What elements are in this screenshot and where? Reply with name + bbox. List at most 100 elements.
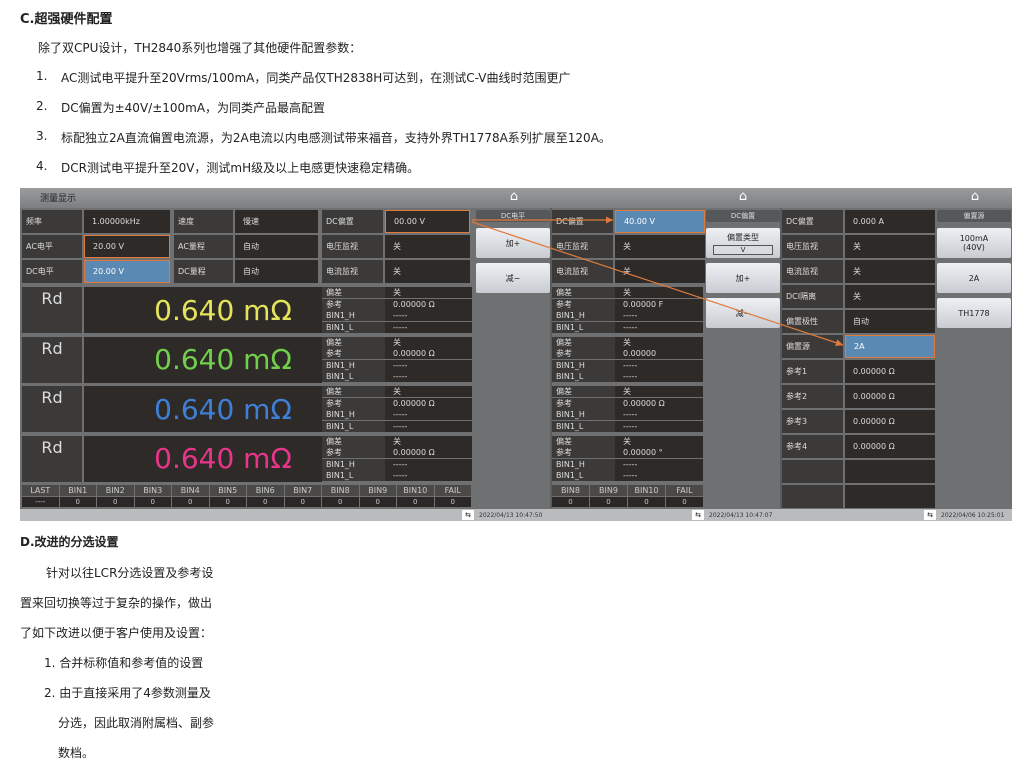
param-label: DC量程 [174, 260, 233, 283]
param-value[interactable]: 0.00000 Ω [845, 360, 935, 383]
paragraph-line: 针对以往LCR分选设置及参考设 [46, 566, 214, 580]
info-label: 参考 [552, 298, 615, 310]
param-value[interactable]: 自动 [235, 260, 318, 283]
param-value[interactable]: 1.00000kHz [84, 210, 170, 233]
param-value[interactable]: 40.00 V [615, 210, 705, 233]
decrement-button[interactable]: 减− [476, 263, 550, 293]
bin-count: 0 [666, 497, 703, 507]
bin-header: BIN3 [134, 485, 171, 496]
param-value[interactable]: 0.00000 Ω [845, 385, 935, 408]
bin-header: BIN5 [209, 485, 246, 496]
list-item: AC测试电平提升至20Vrms/100mA，同类产品仅TH2838H可达到，在测… [61, 71, 571, 85]
bin-count: ---- [22, 497, 59, 507]
paragraph-line: 置来回切换等过于复杂的操作，做出 [20, 596, 213, 610]
softkey-title: DC偏置 [706, 210, 780, 222]
info-value: 0.00000 ° [615, 447, 703, 458]
bias-source-option[interactable]: TH1778 [937, 298, 1011, 328]
home-icon[interactable]: ⌂ [968, 190, 982, 204]
home-icon[interactable]: ⌂ [736, 190, 750, 204]
param-label: 电压监视 [782, 235, 843, 258]
info-label: 参考 [322, 348, 385, 359]
info-label: BIN1_H [322, 310, 385, 321]
bin-count: 0 [284, 497, 321, 507]
bin-count: 0 [628, 497, 665, 507]
info-label: BIN1_H [322, 409, 385, 420]
bias-source-option[interactable]: 2A [937, 263, 1011, 293]
bin-header: BIN10 [628, 485, 665, 496]
home-icon[interactable]: ⌂ [507, 190, 521, 204]
decrement-button[interactable]: 减− [706, 298, 780, 328]
increment-button[interactable]: 加+ [476, 228, 550, 258]
info-label: BIN1_H [552, 310, 615, 321]
param-value[interactable]: 关 [385, 260, 470, 283]
param-value[interactable]: 2A [845, 335, 935, 358]
measure-value: 0.640 mΩ [84, 386, 322, 432]
timestamp: 2022/04/13 10:47:07 [709, 511, 773, 519]
param-value[interactable]: 0.00000 Ω [845, 435, 935, 458]
list-item: 数档。 [58, 746, 95, 760]
param-label: 电压监视 [552, 235, 613, 258]
param-value[interactable]: 关 [845, 260, 935, 283]
bias-source-option[interactable]: 100mA (40V) [937, 228, 1011, 258]
info-value: 0.00000 Ω [385, 348, 472, 359]
param-label: DC偏置 [322, 210, 383, 233]
info-label: BIN1_H [552, 458, 615, 470]
info-label: BIN1_L [552, 321, 615, 333]
param-label: DCI隔离 [782, 285, 843, 308]
info-value: ----- [615, 310, 703, 321]
info-label: BIN1_H [322, 359, 385, 371]
param-value[interactable]: 慢速 [235, 210, 318, 233]
info-value: 关 [385, 435, 472, 447]
info-value: ----- [615, 470, 703, 481]
param-value[interactable]: 关 [845, 235, 935, 258]
param-value[interactable]: 0.000 A [845, 210, 935, 233]
param-value[interactable]: 00.00 V [385, 210, 470, 233]
param-value[interactable]: 关 [385, 235, 470, 258]
param-value[interactable]: 自动 [235, 235, 318, 258]
list-number: 3. [36, 129, 48, 143]
info-value: 关 [385, 336, 472, 348]
param-value[interactable]: 关 [615, 235, 705, 258]
bin-header: BIN6 [247, 485, 284, 496]
param-value[interactable]: 关 [615, 260, 705, 283]
info-value: ----- [615, 458, 703, 470]
bin-header: BIN2 [97, 485, 134, 496]
param-label: 电流监视 [322, 260, 383, 283]
bin-header: LAST [22, 485, 59, 496]
bin-count: 0 [359, 497, 396, 507]
param-value[interactable]: 自动 [845, 310, 935, 333]
param-label: 速度 [174, 210, 233, 233]
param-value[interactable]: 0.00000 Ω [845, 410, 935, 433]
info-value: 0.00000 Ω [385, 298, 472, 310]
info-value: ----- [615, 420, 703, 432]
bin-count: 0 [322, 497, 359, 507]
measure-param: Rd [22, 386, 82, 432]
param-value[interactable] [845, 485, 935, 508]
info-label: 偏差 [322, 287, 385, 298]
info-value: ----- [385, 321, 472, 333]
info-label: 参考 [322, 397, 385, 409]
bin-count: 0 [247, 497, 284, 507]
info-value: 关 [385, 287, 472, 298]
param-value[interactable]: 关 [845, 285, 935, 308]
increment-button[interactable]: 加+ [706, 263, 780, 293]
bin-count: 0 [590, 497, 627, 507]
section-d-title: D.改进的分选设置 [20, 535, 119, 549]
section-c-intro: 除了双CPU设计，TH2840系列也增强了其他硬件配置参数： [38, 41, 362, 55]
bin-count: 0 [434, 497, 471, 507]
instrument-screenshot: 测量显示 ⌂ ⌂ ⌂ 频率 1.00000kHz 速度 慢速 DC偏置 00.00 V AC电平 20… [20, 188, 1012, 521]
bin-count: 0 [397, 497, 434, 507]
info-value: 关 [615, 435, 703, 447]
bin-header: BIN9 [359, 485, 396, 496]
param-label: 参考3 [782, 410, 843, 433]
param-value[interactable]: 20.00 V [84, 235, 170, 258]
info-value: ----- [385, 420, 472, 432]
softkey-title: 偏置源 [937, 210, 1011, 222]
bin-header: FAIL [434, 485, 471, 496]
bias-type-button[interactable]: 偏置类型 V [706, 228, 780, 258]
param-value[interactable]: 20.00 V [84, 260, 170, 283]
param-value[interactable] [845, 460, 935, 483]
param-label: 参考1 [782, 360, 843, 383]
param-label: 电压监视 [322, 235, 383, 258]
info-value: ----- [385, 458, 472, 470]
